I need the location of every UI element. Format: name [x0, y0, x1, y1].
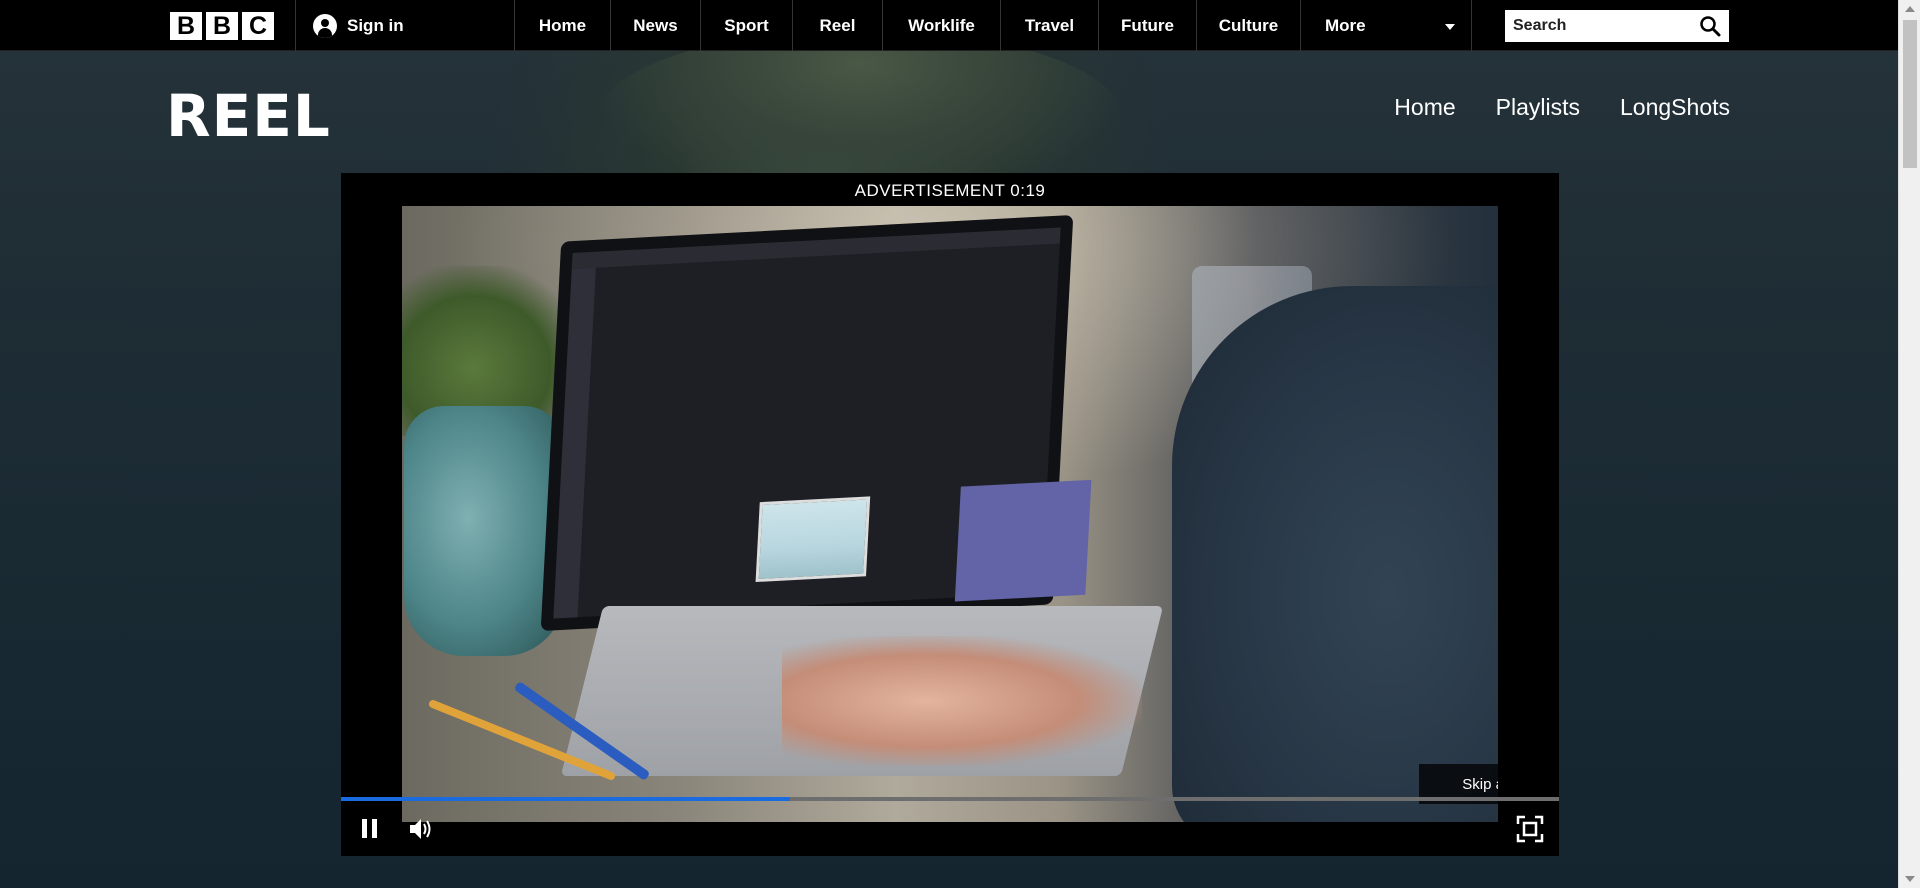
logo-letter: B	[206, 12, 238, 40]
search-input[interactable]	[1513, 17, 1683, 35]
reel-nav-playlists[interactable]: Playlists	[1496, 94, 1580, 121]
reel-brand-title[interactable]: REEL	[166, 82, 331, 150]
nav-item-home[interactable]: Home	[514, 0, 610, 51]
video-player: ADVERTISEMENT 0:19 Skip ad in 4	[341, 173, 1559, 856]
bbc-logo[interactable]: B B C	[170, 12, 274, 40]
reel-nav-home[interactable]: Home	[1394, 94, 1455, 121]
page-scrollbar[interactable]	[1898, 0, 1920, 888]
nav-item-more[interactable]: More	[1300, 0, 1472, 51]
fullscreen-icon[interactable]	[1516, 815, 1544, 843]
laptop-meeting-card	[954, 479, 1092, 602]
logo-letter: B	[170, 12, 202, 40]
nav-item-reel[interactable]: Reel	[792, 0, 882, 51]
bbc-top-nav: B B C Sign in Home News Sport Reel Workl…	[0, 0, 1898, 51]
reel-nav: Home Playlists LongShots	[1394, 94, 1730, 121]
user-icon	[313, 14, 337, 38]
video-laptop-screen	[540, 214, 1092, 632]
laptop-chat-photo	[755, 496, 871, 583]
video-person	[1172, 286, 1498, 822]
nav-divider	[295, 0, 296, 51]
nav-item-future[interactable]: Future	[1098, 0, 1196, 51]
volume-icon[interactable]	[407, 815, 435, 843]
laptop-app-sidebar	[553, 267, 596, 619]
nav-item-news[interactable]: News	[610, 0, 700, 51]
chevron-down-icon	[1445, 24, 1455, 30]
search-box	[1505, 10, 1729, 42]
pause-icon[interactable]	[356, 815, 384, 843]
scroll-down-arrow-icon[interactable]	[1905, 876, 1915, 882]
advertisement-label: ADVERTISEMENT 0:19	[854, 181, 1046, 200]
sign-in-link[interactable]: Sign in	[313, 14, 404, 38]
nav-item-sport[interactable]: Sport	[700, 0, 792, 51]
search-icon[interactable]	[1699, 15, 1721, 37]
scrollbar-thumb[interactable]	[1903, 20, 1917, 168]
scroll-up-arrow-icon[interactable]	[1905, 6, 1915, 12]
nav-item-travel[interactable]: Travel	[1000, 0, 1098, 51]
nav-item-worklife[interactable]: Worklife	[882, 0, 1000, 51]
primary-nav: Home News Sport Reel Worklife Travel Fut…	[514, 0, 1472, 51]
video-frame[interactable]: Skip ad in 4	[402, 206, 1498, 822]
nav-item-culture[interactable]: Culture	[1196, 0, 1300, 51]
player-controls	[341, 801, 1559, 856]
sign-in-label: Sign in	[347, 16, 404, 35]
more-label: More	[1325, 15, 1366, 35]
video-hands	[782, 636, 1142, 766]
video-plant-pot	[404, 406, 564, 656]
reel-nav-longshots[interactable]: LongShots	[1620, 94, 1730, 121]
logo-letter: C	[242, 12, 274, 40]
